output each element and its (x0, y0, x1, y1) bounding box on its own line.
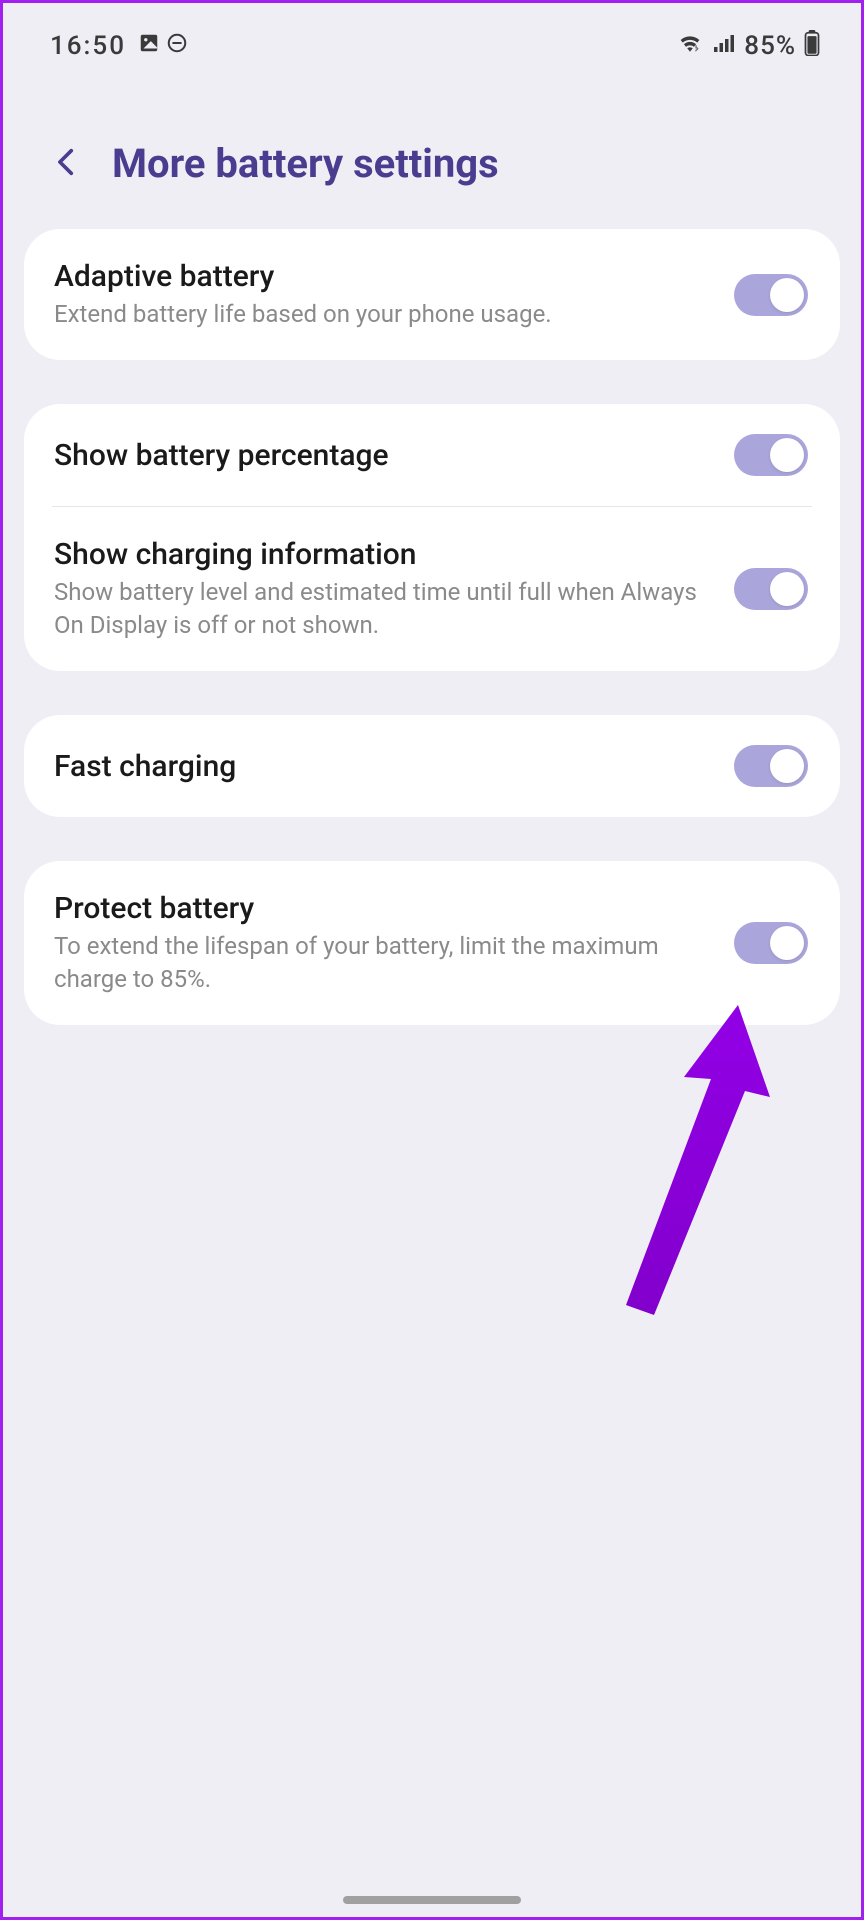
show-charging-info-row[interactable]: Show charging information Show battery l… (24, 507, 840, 671)
settings-group: Adaptive battery Extend battery life bas… (24, 229, 840, 360)
setting-subtitle: Extend battery life based on your phone … (54, 298, 718, 330)
back-button[interactable] (50, 145, 84, 183)
battery-percent-text: 85% (744, 31, 796, 61)
setting-subtitle: To extend the lifespan of your battery, … (54, 930, 718, 995)
setting-title: Adaptive battery (54, 259, 718, 294)
signal-icon (712, 31, 736, 61)
fast-charging-toggle[interactable] (734, 745, 808, 787)
page-title: More battery settings (112, 140, 499, 187)
status-left: 16:50 (50, 31, 188, 61)
settings-group: Fast charging (24, 715, 840, 817)
header: More battery settings (0, 72, 864, 229)
setting-subtitle: Show battery level and estimated time un… (54, 576, 718, 641)
status-bar: 16:50 85% (0, 0, 864, 72)
show-battery-percentage-toggle[interactable] (734, 434, 808, 476)
setting-title: Fast charging (54, 749, 718, 784)
status-right: 85% (676, 30, 820, 63)
protect-battery-row[interactable]: Protect battery To extend the lifespan o… (24, 861, 840, 1025)
protect-battery-toggle[interactable] (734, 922, 808, 964)
adaptive-battery-row[interactable]: Adaptive battery Extend battery life bas… (24, 229, 840, 360)
setting-title: Show charging information (54, 537, 718, 572)
dnd-icon (166, 31, 188, 61)
gesture-bar (343, 1896, 521, 1904)
settings-group: Show battery percentage Show charging in… (24, 404, 840, 671)
show-battery-percentage-row[interactable]: Show battery percentage (24, 404, 840, 506)
battery-icon (804, 30, 820, 63)
show-charging-info-toggle[interactable] (734, 568, 808, 610)
wifi-icon (676, 31, 704, 61)
settings-group: Protect battery To extend the lifespan o… (24, 861, 840, 1025)
setting-title: Protect battery (54, 891, 718, 926)
settings-list: Adaptive battery Extend battery life bas… (0, 229, 864, 1025)
annotation-arrow-icon (590, 1005, 770, 1325)
image-icon (138, 31, 160, 61)
adaptive-battery-toggle[interactable] (734, 274, 808, 316)
fast-charging-row[interactable]: Fast charging (24, 715, 840, 817)
setting-title: Show battery percentage (54, 438, 718, 473)
clock-text: 16:50 (50, 31, 126, 61)
